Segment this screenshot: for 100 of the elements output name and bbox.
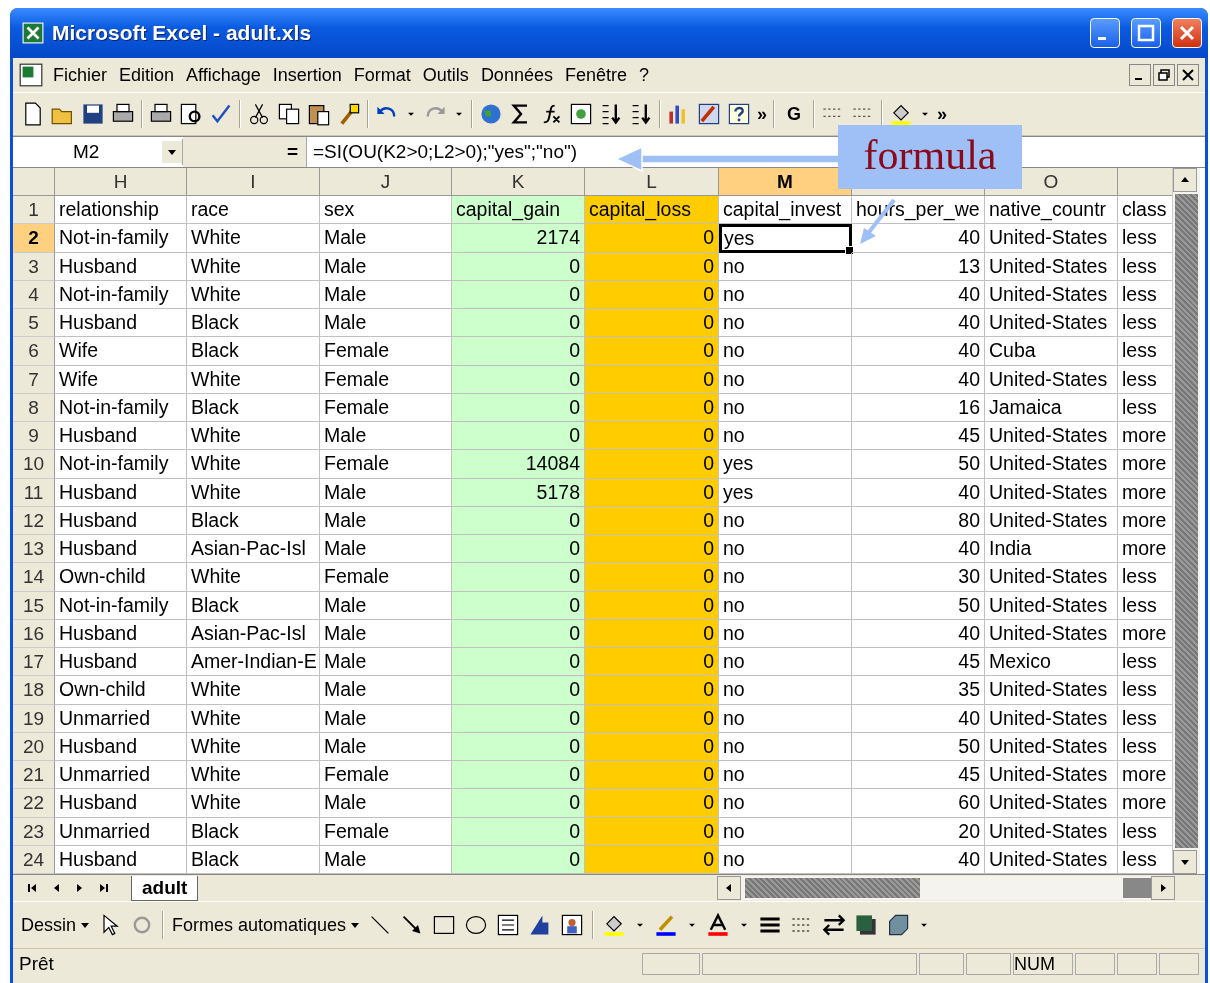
menu-item[interactable]: Edition [115, 64, 183, 86]
table-cell[interactable]: United-States [985, 817, 1118, 846]
table-cell[interactable]: yes [719, 478, 852, 507]
table-cell[interactable]: Black [187, 309, 320, 338]
table-cell[interactable]: United-States [985, 478, 1118, 507]
row-header[interactable]: 7 [13, 365, 55, 394]
table-cell[interactable]: 0 [452, 309, 585, 338]
table-cell[interactable]: 40 [852, 535, 985, 564]
table-cell[interactable]: 45 [852, 648, 985, 677]
minimize-button[interactable] [1090, 18, 1120, 48]
table-cell[interactable]: Black [187, 506, 320, 535]
table-cell[interactable]: Not-in-family [55, 591, 187, 620]
table-cell[interactable]: hours_per_we [852, 196, 985, 225]
table-cell[interactable]: 14084 [452, 450, 585, 479]
row-header[interactable]: 20 [13, 732, 55, 761]
table-cell[interactable]: 0 [452, 535, 585, 564]
help-icon[interactable] [727, 102, 751, 126]
row-header[interactable]: 5 [13, 309, 55, 338]
table-cell[interactable]: Husband [55, 789, 187, 818]
close-button[interactable] [1172, 18, 1202, 48]
table-cell[interactable]: Own-child [55, 676, 187, 705]
table-cell[interactable]: White [187, 789, 320, 818]
format-painter-icon[interactable] [337, 102, 361, 126]
table-cell[interactable]: United-States [985, 789, 1118, 818]
table-cell[interactable]: no [719, 280, 852, 309]
table-cell[interactable]: 0 [452, 337, 585, 366]
table-cell[interactable]: White [187, 365, 320, 394]
row-header[interactable]: 12 [13, 506, 55, 535]
toolbar-overflow-button[interactable]: » [937, 103, 948, 125]
table-cell[interactable]: no [719, 506, 852, 535]
table-cell[interactable]: no [719, 789, 852, 818]
table-cell[interactable]: 0 [452, 619, 585, 648]
table-cell[interactable]: 0 [585, 563, 719, 592]
drawing-icon[interactable] [697, 102, 721, 126]
table-cell[interactable]: no [719, 309, 852, 338]
table-cell[interactable]: United-States [985, 280, 1118, 309]
table-cell[interactable]: 0 [452, 732, 585, 761]
caret-icon[interactable] [162, 141, 182, 163]
table-cell[interactable]: 0 [585, 365, 719, 394]
table-cell[interactable]: 0 [585, 309, 719, 338]
autoshapes-menu-button[interactable]: Formes automatiques [172, 914, 361, 936]
table-cell[interactable]: 0 [585, 591, 719, 620]
row-header[interactable]: 22 [13, 789, 55, 818]
table-cell[interactable]: United-States [985, 422, 1118, 451]
table-cell[interactable]: Husband [55, 648, 187, 677]
table-cell[interactable]: 0 [452, 506, 585, 535]
globe-icon[interactable] [479, 102, 503, 126]
table-cell[interactable]: 0 [585, 422, 719, 451]
table-cell[interactable]: Jamaica [985, 393, 1118, 422]
row-header[interactable]: 14 [13, 563, 55, 592]
table-cell[interactable]: White [187, 563, 320, 592]
table-cell[interactable]: 0 [585, 619, 719, 648]
table-cell[interactable]: 0 [452, 761, 585, 790]
menu-item[interactable]: Insertion [268, 64, 350, 86]
table-cell[interactable]: capital_gain [452, 196, 585, 225]
print-preview-icon[interactable] [179, 102, 203, 126]
table-cell[interactable]: Mexico [985, 648, 1118, 677]
table-cell[interactable]: 0 [452, 704, 585, 733]
table-cell[interactable]: relationship [55, 196, 187, 225]
row-header[interactable]: 4 [13, 280, 55, 309]
fill-color-icon[interactable] [889, 102, 914, 126]
column-header[interactable]: K [452, 168, 585, 196]
table-cell[interactable]: 0 [585, 252, 719, 281]
table-cell[interactable]: 40 [852, 280, 985, 309]
restore-workbook-button[interactable] [1153, 64, 1175, 86]
table-cell[interactable]: Husband [55, 252, 187, 281]
menu-item[interactable]: Fenêtre [560, 64, 635, 86]
table-cell[interactable]: 80 [852, 506, 985, 535]
table-cell[interactable]: 40 [852, 478, 985, 507]
table-cell[interactable]: 16 [852, 393, 985, 422]
table-cell[interactable]: no [719, 591, 852, 620]
table-cell[interactable]: Wife [55, 337, 187, 366]
table-cell[interactable]: 0 [585, 478, 719, 507]
row-header[interactable]: 18 [13, 676, 55, 705]
row-header[interactable]: 8 [13, 393, 55, 422]
table-cell[interactable]: Husband [55, 535, 187, 564]
table-cell[interactable]: Not-in-family [55, 450, 187, 479]
table-cell[interactable]: 0 [585, 535, 719, 564]
row-header[interactable]: 24 [13, 845, 55, 874]
table-cell[interactable]: yes [719, 450, 852, 479]
toolbar-overflow-button[interactable]: » [757, 103, 767, 125]
table-cell[interactable]: White [187, 224, 320, 253]
column-header[interactable]: M [719, 168, 852, 196]
table-cell[interactable]: Asian-Pac-Isl [187, 535, 320, 564]
table-cell[interactable]: Husband [55, 619, 187, 648]
table-cell[interactable]: 0 [585, 506, 719, 535]
table-cell[interactable]: Own-child [55, 563, 187, 592]
table-cell[interactable]: no [719, 337, 852, 366]
3d-icon[interactable] [886, 913, 911, 937]
table-cell[interactable]: Asian-Pac-Isl [187, 619, 320, 648]
draw-menu-button[interactable]: Dessin [21, 914, 91, 936]
table-cell[interactable]: 0 [585, 676, 719, 705]
table-cell[interactable]: 0 [452, 393, 585, 422]
table-cell[interactable]: no [719, 563, 852, 592]
table-cell[interactable]: yes [719, 224, 852, 253]
table-cell[interactable]: 0 [585, 704, 719, 733]
table-cell[interactable]: United-States [985, 309, 1118, 338]
table-cell[interactable]: 0 [585, 732, 719, 761]
minimize-workbook-button[interactable] [1129, 64, 1151, 86]
table-cell[interactable]: 5178 [452, 478, 585, 507]
